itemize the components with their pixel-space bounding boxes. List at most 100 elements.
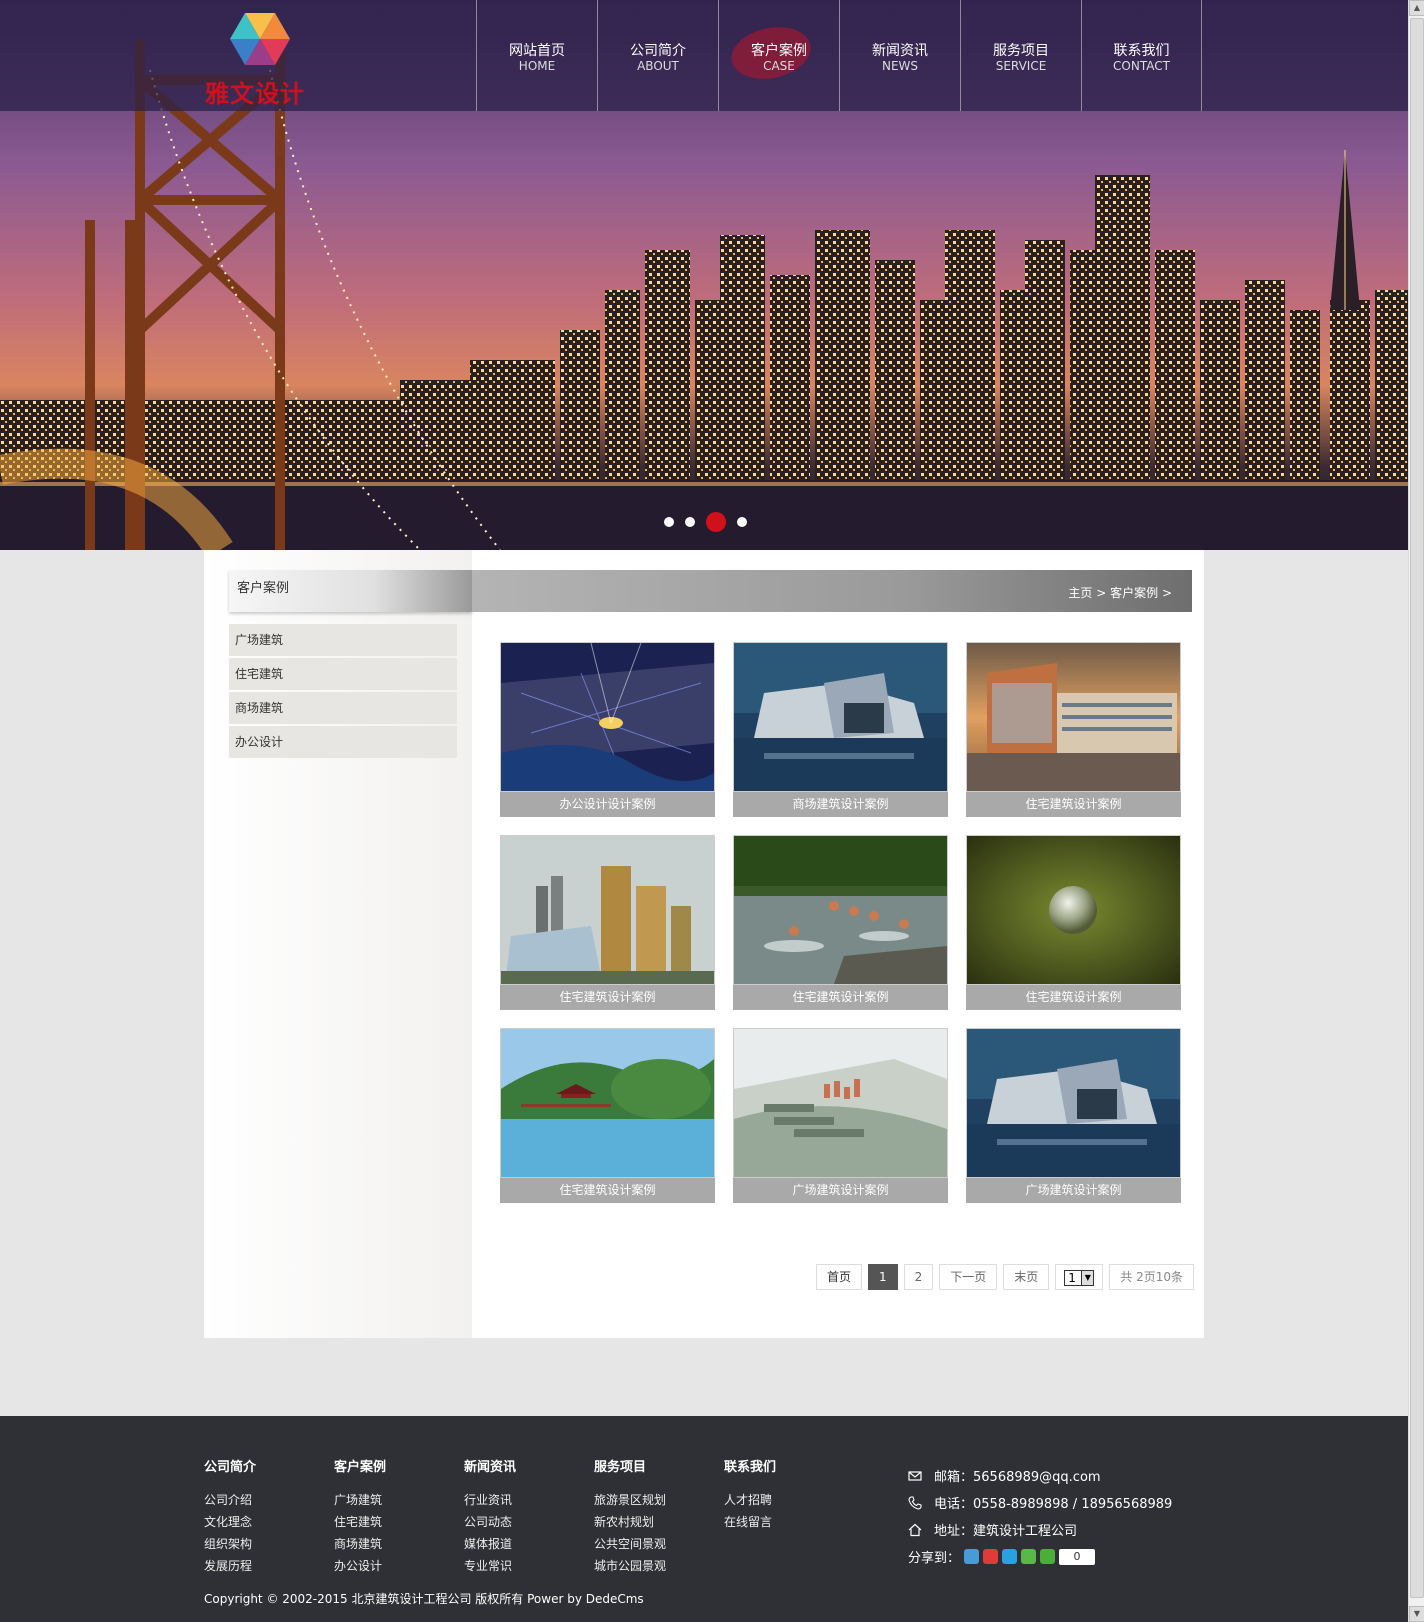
page-scrollbar[interactable]: ▲ ▼	[1408, 0, 1424, 1622]
case-card[interactable]: 住宅建筑设计案例	[500, 1028, 715, 1203]
footer-link[interactable]: 媒体报道	[464, 1533, 516, 1555]
contact-phone: 电话：0558-8989898 / 18956568989	[908, 1489, 1172, 1516]
case-image-modern-building	[966, 1028, 1181, 1178]
nav-about[interactable]: 公司简介 ABOUT	[597, 0, 718, 111]
breadcrumb-bar: 主页 > 客户案例 >	[472, 570, 1192, 612]
slider-dot[interactable]	[664, 517, 674, 527]
footer-link[interactable]: 广场建筑	[334, 1489, 386, 1511]
sidebar-title: 客户案例	[229, 570, 472, 612]
footer-link[interactable]: 公司动态	[464, 1511, 516, 1533]
case-card[interactable]: 广场建筑设计案例	[966, 1028, 1181, 1203]
site-logo[interactable]: 雅文设计	[205, 8, 315, 108]
case-card[interactable]: 住宅建筑设计案例	[966, 642, 1181, 817]
nav-sublabel: ABOUT	[637, 59, 679, 73]
footer-link[interactable]: 专业常识	[464, 1555, 516, 1577]
footer-link[interactable]: 住宅建筑	[334, 1511, 386, 1533]
pager-select[interactable]: 1 ▼	[1055, 1264, 1104, 1290]
footer-col-title: 客户案例	[334, 1460, 387, 1475]
footer: 公司简介 公司介绍 文化理念 组织架构 发展历程 客户案例 广场建筑 住宅建筑 …	[0, 1416, 1408, 1622]
footer-col-title: 服务项目	[594, 1460, 647, 1475]
tencent-share-icon[interactable]	[1002, 1549, 1018, 1564]
nav-sublabel: NEWS	[881, 59, 919, 73]
copyright: Copyright © 2002-2015 北京建筑设计工程公司 版权所有 Po…	[204, 1592, 644, 1606]
case-image-sunset-building	[966, 642, 1181, 792]
sidebar-item-plaza[interactable]: 广场建筑	[229, 624, 457, 656]
case-card[interactable]: 办公设计设计案例	[500, 642, 715, 817]
case-card[interactable]: 商场建筑设计案例	[733, 642, 948, 817]
footer-link[interactable]: 组织架构	[204, 1533, 256, 1555]
slider-dot[interactable]	[685, 517, 695, 527]
breadcrumb-current[interactable]: 客户案例	[1110, 586, 1158, 600]
footer-col-contact: 联系我们 人才招聘 在线留言	[724, 1456, 776, 1533]
contact-email-text[interactable]: 邮箱：56568989@qq.com	[934, 1466, 1101, 1485]
phone-icon	[908, 1495, 922, 1510]
slider-dot[interactable]	[737, 517, 747, 527]
sidebar-title-text: 客户案例	[237, 581, 290, 596]
wechat-share-icon[interactable]	[1021, 1549, 1037, 1564]
pager-select-value: 1	[1068, 1270, 1076, 1285]
slider-dots	[664, 512, 747, 532]
footer-link[interactable]: 行业资讯	[464, 1489, 516, 1511]
footer-link[interactable]: 商场建筑	[334, 1533, 386, 1555]
breadcrumb-separator: >	[1096, 586, 1107, 600]
hero-banner: 雅文设计 网站首页 HOME 公司简介 ABOUT 客户案例 CASE 新闻资讯…	[0, 0, 1408, 550]
share-label: 分享到：	[908, 1551, 961, 1566]
scroll-up-icon[interactable]: ▲	[1409, 0, 1424, 16]
footer-col-title: 新闻资讯	[464, 1460, 517, 1475]
footer-link[interactable]: 公共空间景观	[594, 1533, 666, 1555]
case-caption: 住宅建筑设计案例	[733, 985, 948, 1010]
footer-link[interactable]: 城市公园景观	[594, 1555, 666, 1577]
sidebar-item-office[interactable]: 办公设计	[229, 726, 457, 758]
case-image-bubble-grass	[966, 835, 1181, 985]
sidebar: 客户案例 广场建筑 住宅建筑 商场建筑 办公设计	[204, 550, 472, 1338]
pager-last[interactable]: 末页	[1003, 1264, 1050, 1290]
footer-link[interactable]: 发展历程	[204, 1555, 256, 1577]
pager-next[interactable]: 下一页	[939, 1264, 998, 1290]
nav-service[interactable]: 服务项目 SERVICE	[960, 0, 1081, 111]
footer-col-case: 客户案例 广场建筑 住宅建筑 商场建筑 办公设计	[334, 1456, 386, 1577]
sidebar-item-residential[interactable]: 住宅建筑	[229, 658, 457, 690]
case-caption: 住宅建筑设计案例	[966, 792, 1181, 817]
contact-info: 邮箱：56568989@qq.com 电话：0558-8989898 / 189…	[908, 1462, 1172, 1570]
nav-sublabel: HOME	[518, 59, 556, 73]
nav-label: 服务项目	[993, 43, 1049, 59]
footer-col-service: 服务项目 旅游景区规划 新农村规划 公共空间景观 城市公园景观	[594, 1456, 666, 1577]
footer-link[interactable]: 在线留言	[724, 1511, 776, 1533]
case-card[interactable]: 住宅建筑设计案例	[733, 835, 948, 1010]
footer-col-news: 新闻资讯 行业资讯 公司动态 媒体报道 专业常识	[464, 1456, 516, 1577]
breadcrumb-home[interactable]: 主页	[1068, 586, 1092, 600]
footer-link[interactable]: 公司介绍	[204, 1489, 256, 1511]
contact-address-text: 地址：建筑设计工程公司	[934, 1524, 1078, 1539]
nav-case[interactable]: 客户案例 CASE	[718, 0, 839, 111]
case-caption: 广场建筑设计案例	[733, 1178, 948, 1203]
case-caption: 住宅建筑设计案例	[500, 985, 715, 1010]
nav-home[interactable]: 网站首页 HOME	[476, 0, 597, 111]
sidebar-menu: 广场建筑 住宅建筑 商场建筑 办公设计	[229, 624, 457, 760]
slider-dot-active[interactable]	[706, 512, 726, 532]
weibo-share-icon[interactable]	[983, 1549, 999, 1564]
share-count: 0	[1059, 1548, 1096, 1565]
footer-link[interactable]: 旅游景区规划	[594, 1489, 666, 1511]
case-card[interactable]: 广场建筑设计案例	[733, 1028, 948, 1203]
case-card[interactable]: 住宅建筑设计案例	[500, 835, 715, 1010]
footer-link[interactable]: 办公设计	[334, 1555, 386, 1577]
footer-link[interactable]: 文化理念	[204, 1511, 256, 1533]
case-card[interactable]: 住宅建筑设计案例	[966, 835, 1181, 1010]
pager-first[interactable]: 首页	[815, 1264, 862, 1290]
pager-page-2[interactable]: 2	[903, 1264, 934, 1290]
footer-link[interactable]: 新农村规划	[594, 1511, 666, 1533]
sidebar-item-mall[interactable]: 商场建筑	[229, 692, 457, 724]
nav-label: 网站首页	[509, 43, 565, 59]
scroll-down-icon[interactable]: ▼	[1409, 1606, 1424, 1622]
qzone-share-icon[interactable]	[964, 1549, 980, 1564]
share-bar: 分享到： 0	[908, 1543, 1172, 1570]
nav-contact[interactable]: 联系我们 CONTACT	[1081, 0, 1202, 111]
hexagon-logo-icon	[230, 13, 290, 65]
pager-page-1[interactable]: 1	[867, 1264, 898, 1290]
nav-news[interactable]: 新闻资讯 NEWS	[839, 0, 960, 111]
scroll-thumb[interactable]	[1410, 18, 1424, 1598]
more-share-icon[interactable]	[1040, 1549, 1056, 1564]
footer-link[interactable]: 人才招聘	[724, 1489, 776, 1511]
nav-sublabel: CASE	[763, 59, 795, 73]
contact-phone-text: 电话：0558-8989898 / 18956568989	[934, 1497, 1173, 1512]
